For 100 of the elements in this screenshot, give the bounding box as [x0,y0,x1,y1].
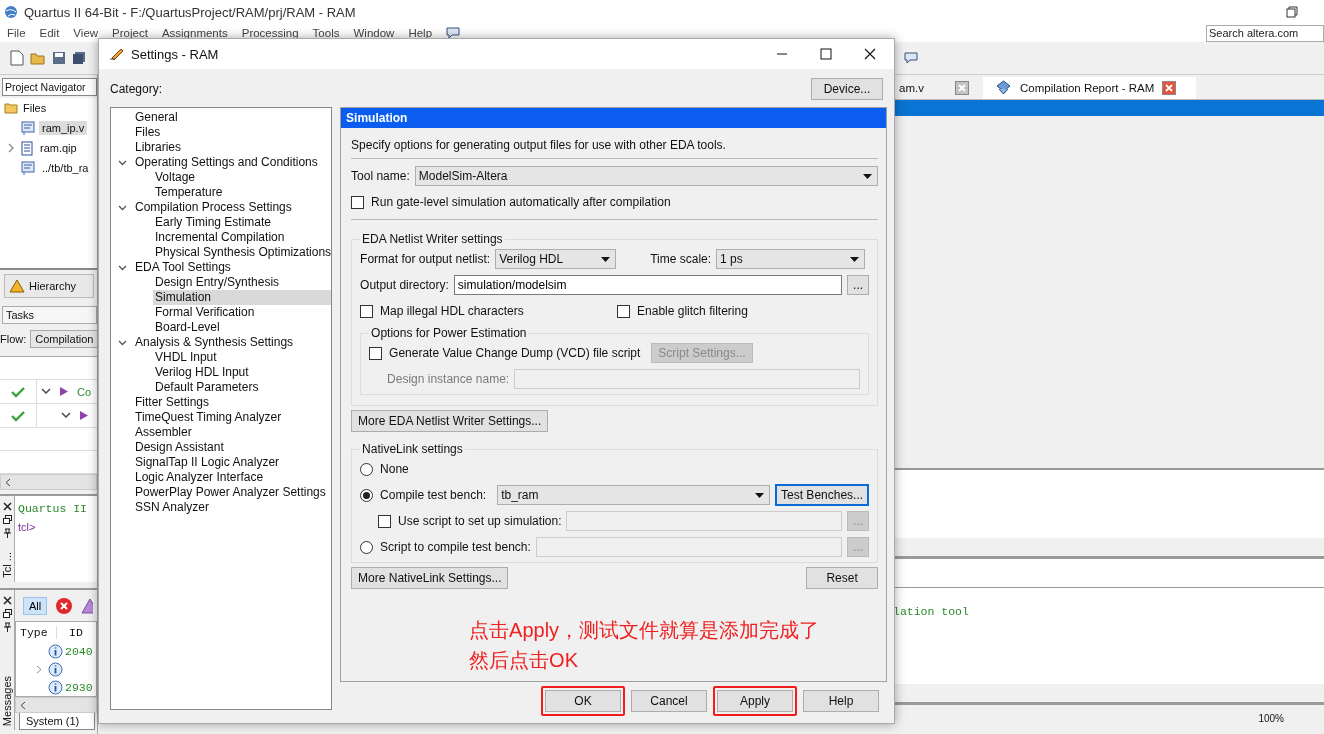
hierarchy-tab[interactable]: Hierarchy [4,274,94,298]
category-item[interactable]: Simulation [153,290,332,305]
menu-item[interactable]: Edit [39,27,60,39]
category-item[interactable]: VHDL Input [153,350,332,365]
file-row[interactable]: ram.qip [0,138,97,158]
menu-item[interactable]: Tools [312,27,340,39]
checkbox-label: Run gate-level simulation automatically after compilation [371,195,671,209]
category-item[interactable]: Verilog HDL Input [153,365,332,380]
category-item[interactable]: Early Timing Estimate [153,215,332,230]
category-item[interactable]: General [133,110,332,125]
menu-item[interactable]: File [7,27,26,39]
category-item[interactable]: Temperature [153,185,332,200]
document-tab[interactable]: am.v [893,77,975,99]
tree-item[interactable]: ram_ip.v [39,121,88,135]
column-header[interactable]: ID [57,625,83,639]
page-header: Simulation [341,108,887,128]
test-benches-button[interactable]: Test Benches... [775,484,870,506]
console-line: tcl> [18,520,37,535]
search-field[interactable]: Search altera.com [1206,24,1324,42]
group-title: EDA Netlist Writer settings [361,232,504,246]
dialog-button[interactable]: Apply [713,686,797,716]
category-item[interactable]: Compilation Process Settings [133,200,332,215]
reset-button[interactable]: Reset [806,567,879,589]
menu-item[interactable]: Window [353,27,395,39]
message-text: lation tool [893,605,969,618]
field-label: Time scale: [650,252,712,266]
message-row[interactable]: 2040 [16,642,96,661]
category-item[interactable]: Default Parameters [153,380,332,395]
more-settings-button[interactable]: More NativeLink Settings... [351,567,509,589]
group-title: NativeLink settings [361,442,464,456]
tree-item[interactable]: Files [23,102,47,114]
category-item[interactable]: Libraries [133,140,332,155]
message-id: 2040 [65,644,93,658]
field-label: Format for output netlist: [360,252,491,266]
flow-label: Flow: [0,333,27,345]
field-label: Output directory: [360,278,449,292]
menu-item[interactable]: Help [408,27,433,39]
tasks-header: Tasks [2,306,97,324]
test-bench-dropdown[interactable]: tb_ram [497,485,771,505]
checkbox-label: Generate Value Change Dump (VCD) file script [389,346,641,360]
checkbox-label: Enable glitch filtering [637,304,748,318]
column-header[interactable]: Type [16,625,57,639]
dialog-button[interactable]: OK [541,686,625,716]
category-item[interactable]: Physical Synthesis Optimizations [153,245,332,260]
panel-tab[interactable]: Messages [1,675,13,726]
category-item[interactable]: SignalTap II Logic Analyzer [133,455,332,470]
flow-dropdown[interactable]: Compilation [30,330,97,348]
file-row[interactable]: ../tb/tb_ra [0,158,97,178]
category-item[interactable]: Files [133,125,332,140]
option-label: Compile test bench: [380,488,487,502]
checkbox-label: Map illegal HDL characters [380,304,524,318]
window-title: Quartus II 64-Bit - F:/QuartusProject/RAM/prj/RAM - RAM [24,4,356,20]
page-description: Specify options for generating output files for use with other EDA tools. [351,138,727,152]
filter-button[interactable]: All [23,596,48,615]
category-item[interactable]: PowerPlay Power Analyzer Settings [133,485,332,500]
message-row[interactable]: 2930 [16,678,96,697]
group-title: Options for Power Estimation [370,326,528,340]
category-item[interactable]: Fitter Settings [133,395,332,410]
dialog-title: Settings - RAM [131,46,219,62]
device-button[interactable]: Device... [811,78,883,100]
tool-dropdown[interactable]: ModelSim-Altera [414,166,879,186]
category-item[interactable]: EDA Tool Settings [133,260,332,275]
tree-item[interactable]: ../tb/tb_ra [39,161,92,175]
option-label: Use script to set up simulation: [398,514,562,528]
more-settings-button[interactable]: More EDA Netlist Writer Settings... [351,410,549,432]
menu-item[interactable]: View [73,27,99,39]
field-label: Tool name: [351,169,410,183]
navigator-dropdown[interactable]: Project Navigator [2,78,97,96]
category-item[interactable]: Logic Analyzer Interface [133,470,332,485]
panel-tab[interactable]: Tcl ... [1,552,13,578]
format-dropdown[interactable]: Verilog HDL [495,249,617,269]
menu-item[interactable]: Project [112,27,148,39]
category-item[interactable]: Analysis & Synthesis Settings [133,335,332,350]
task-label[interactable]: Co [77,385,92,398]
field-label: Design instance name: [387,372,510,386]
category-item[interactable]: Design Entry/Synthesis [153,275,332,290]
option-label: None [380,462,409,476]
category-item[interactable]: TimeQuest Timing Analyzer [133,410,332,425]
output-directory-field[interactable]: simulation/modelsim [453,275,843,295]
document-tab[interactable]: Compilation Report - RAM [983,77,1197,99]
timescale-dropdown[interactable]: 1 ps [716,249,866,269]
browse-button[interactable]: ... [847,275,870,295]
category-item[interactable]: Formal Verification [153,305,332,320]
category-label: Category: [110,82,163,96]
tree-item[interactable]: ram.qip [37,141,80,155]
category-item[interactable]: Assembler [133,425,332,440]
message-id: 2930 [65,680,93,694]
menu-item[interactable]: Assignments [161,27,228,39]
category-item[interactable]: SSN Analyzer [133,500,332,515]
menu-item[interactable]: Processing [241,27,299,39]
zoom-level: 100% [1258,712,1284,724]
category-item[interactable]: Operating Settings and Conditions [133,155,332,170]
message-tab[interactable]: System (1) [19,713,95,730]
category-item[interactable]: Board-Level [153,320,332,335]
file-row[interactable]: ram_ip.v [0,118,97,138]
category-item[interactable]: Incremental Compilation [153,230,332,245]
category-item[interactable]: Voltage [153,170,332,185]
annotation-text: 点击Apply，测试文件就算是添加完成了 然后点击OK [469,618,821,673]
console-line: Quartus II [18,501,88,517]
category-item[interactable]: Design Assistant [133,440,332,455]
